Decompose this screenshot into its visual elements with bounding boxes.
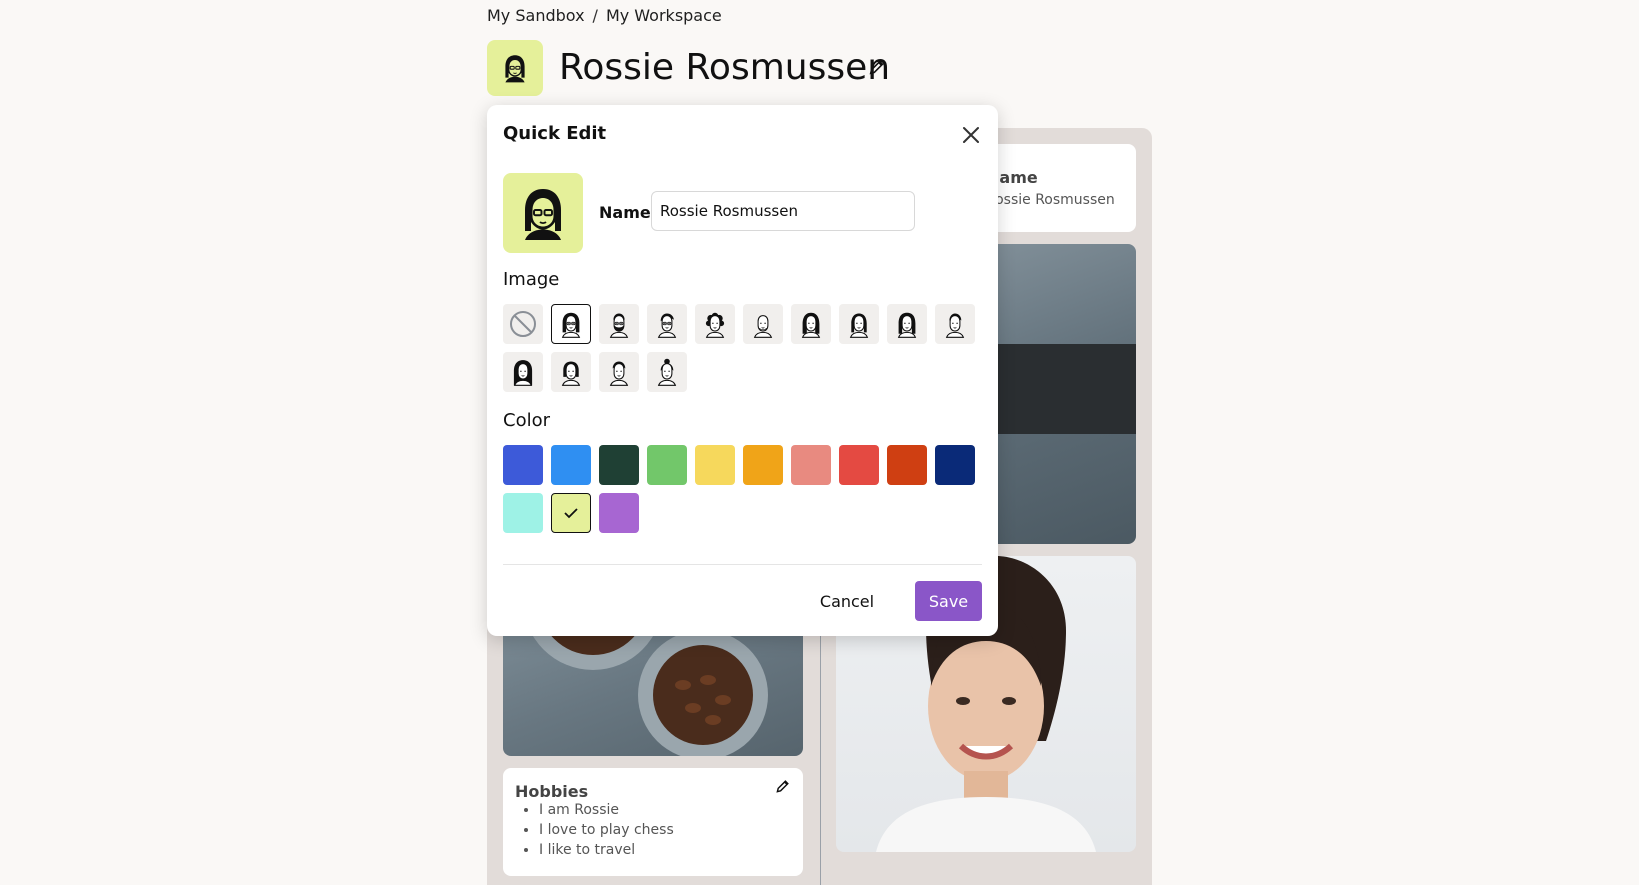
breadcrumb-current[interactable]: My Workspace (606, 6, 722, 25)
header-avatar[interactable] (487, 40, 543, 96)
color-swatch[interactable] (695, 445, 735, 485)
color-section-label: Color (503, 410, 550, 431)
image-option[interactable] (743, 304, 783, 344)
avatar-glasses-woman-icon (525, 189, 561, 240)
close-icon[interactable] (959, 123, 983, 147)
image-option[interactable] (503, 352, 543, 392)
avatar-glasses-man-icon (657, 313, 677, 338)
image-option[interactable] (791, 304, 831, 344)
color-swatch[interactable] (551, 493, 591, 533)
avatar-glasses-woman-icon (561, 312, 581, 338)
color-swatch[interactable] (791, 445, 831, 485)
breadcrumb-separator: / (592, 6, 598, 25)
color-swatch[interactable] (503, 493, 543, 533)
color-picker (503, 445, 975, 533)
name-input[interactable] (651, 191, 915, 231)
list-item: I love to play chess (539, 820, 674, 840)
quick-edit-dialog: Quick Edit Name Image Color Cancel Save (487, 105, 998, 636)
color-swatch[interactable] (839, 445, 879, 485)
save-button[interactable]: Save (915, 581, 982, 621)
avatar-hijab-woman-icon (513, 360, 533, 386)
image-option[interactable] (551, 304, 591, 344)
avatar-glasses-woman-icon (505, 55, 525, 83)
page-title: Rossie Rosmussen (559, 47, 891, 88)
avatar-bun-woman-icon (657, 358, 677, 386)
color-swatch[interactable] (935, 445, 975, 485)
color-swatch[interactable] (599, 445, 639, 485)
image-option[interactable] (599, 352, 639, 392)
dialog-title: Quick Edit (503, 123, 607, 144)
color-swatch[interactable] (743, 445, 783, 485)
avatar-woman-2-icon (897, 312, 917, 338)
cancel-button[interactable]: Cancel (807, 581, 887, 621)
color-swatch[interactable] (599, 493, 639, 533)
image-option[interactable] (935, 304, 975, 344)
image-option[interactable] (551, 352, 591, 392)
image-option[interactable] (647, 304, 687, 344)
avatar-man-icon (945, 313, 965, 338)
avatar-woman-icon (849, 313, 869, 338)
breadcrumb-root[interactable]: My Sandbox (487, 6, 585, 25)
color-swatch[interactable] (551, 445, 591, 485)
name-card-value: Rossie Rosmussen (986, 192, 1115, 208)
list-item: I am Rossie (539, 800, 674, 820)
hobbies-list: I am Rossie I love to play chess I like … (515, 800, 674, 860)
avatar-bearded-man-icon (609, 313, 629, 338)
avatar-curly-hair-icon (705, 312, 725, 338)
name-label: Name (599, 203, 651, 222)
list-item: I like to travel (539, 840, 674, 860)
image-option[interactable] (599, 304, 639, 344)
hobbies-title: Hobbies (515, 782, 589, 801)
avatar-preview (503, 173, 583, 253)
breadcrumb: My Sandbox / My Workspace (487, 6, 722, 25)
image-option[interactable] (503, 304, 543, 344)
image-option[interactable] (695, 304, 735, 344)
image-option[interactable] (647, 352, 687, 392)
pencil-icon[interactable] (868, 58, 886, 76)
avatar-long-hair-woman-icon (801, 312, 821, 338)
no-image-icon (510, 311, 536, 337)
image-picker (503, 304, 975, 392)
check-icon (564, 508, 578, 519)
hobbies-card[interactable]: Hobbies I am Rossie I love to play chess… (503, 768, 803, 876)
avatar-bald-man-icon (753, 315, 773, 338)
image-section-label: Image (503, 269, 560, 290)
color-swatch[interactable] (647, 445, 687, 485)
avatar-bob-hair-woman-icon (561, 361, 581, 386)
image-option[interactable] (887, 304, 927, 344)
color-swatch[interactable] (887, 445, 927, 485)
pencil-icon[interactable] (775, 778, 791, 794)
avatar-young-man-icon (609, 361, 629, 386)
image-option[interactable] (839, 304, 879, 344)
color-swatch[interactable] (503, 445, 543, 485)
dialog-divider (503, 564, 982, 565)
